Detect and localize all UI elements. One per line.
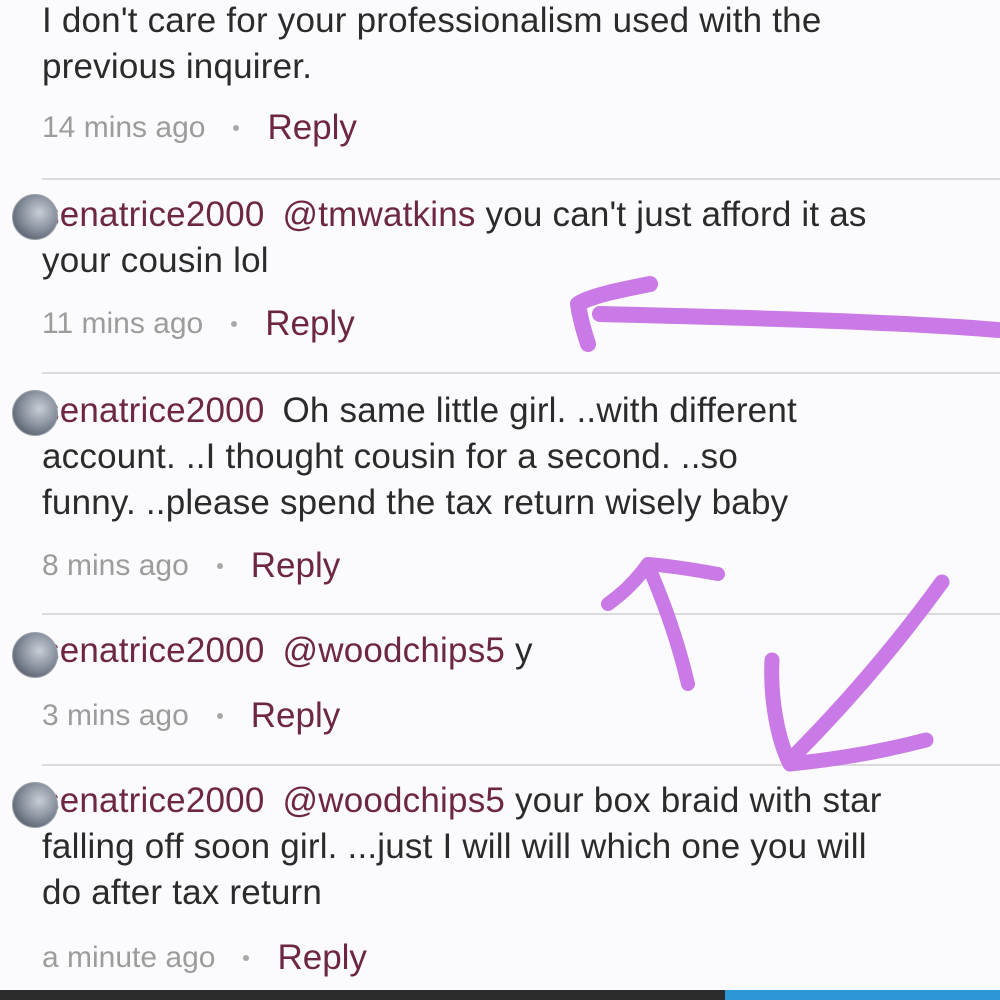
reply-button[interactable]: Reply — [251, 696, 340, 736]
comment-item: senatrice2000 @woodchips5 your box braid … — [12, 778, 1000, 977]
annotation-arrow-left-head — [570, 276, 658, 352]
avatar[interactable] — [12, 632, 58, 678]
comment-timestamp: 8 mins ago — [42, 549, 189, 582]
separator-dot — [243, 955, 250, 961]
separator-dot — [216, 563, 223, 569]
comment-username[interactable]: senatrice2000 — [42, 781, 264, 820]
comment-text-line: senatrice2000 @woodchips5 y — [42, 628, 1000, 674]
comment-meta: 11 mins ago Reply — [42, 304, 355, 344]
comment-text-line: senatrice2000 @woodchips5 your box braid … — [42, 778, 1000, 824]
separator-dot — [233, 125, 240, 131]
comment-mention[interactable]: @woodchips5 — [282, 631, 505, 670]
comment-text-line: account. ..I thought cousin for a second… — [42, 437, 739, 476]
avatar[interactable] — [12, 782, 58, 828]
divider — [42, 372, 1000, 374]
comment-text-line: previous inquirer. — [42, 47, 313, 86]
comment-text: your box braid with star — [505, 781, 882, 820]
comment-text-line: I don't care for your professionalism us… — [42, 1, 822, 40]
divider — [42, 613, 1000, 615]
annotation-arrow-up-head — [601, 557, 725, 611]
comment-item: senatrice2000 Oh same little girl. ..with… — [12, 388, 1000, 585]
comment-text: you can't just afford it as — [475, 195, 867, 234]
comment-meta: 14 mins ago Reply — [42, 108, 357, 148]
divider — [42, 178, 1000, 180]
divider — [42, 764, 1000, 766]
comment-mention[interactable]: @tmwatkins — [282, 195, 475, 234]
comment-meta: 3 mins ago Reply — [42, 696, 340, 736]
comment-meta: a minute ago Reply — [42, 938, 367, 978]
comment-text-line: do after tax return — [42, 873, 323, 912]
annotation-arrow-left-shaft — [592, 306, 1000, 338]
reply-button[interactable]: Reply — [251, 546, 340, 586]
comment-text: y — [505, 631, 533, 670]
separator-dot — [231, 321, 238, 327]
comment-text-line: senatrice2000 Oh same little girl. ..with… — [42, 388, 1000, 434]
comment-item: senatrice2000 @tmwatkins you can't just a… — [12, 192, 1000, 343]
comment-mention[interactable]: @woodchips5 — [282, 781, 505, 820]
comment-username[interactable]: senatrice2000 — [42, 631, 264, 670]
separator-dot — [216, 713, 223, 719]
comment-timestamp: a minute ago — [42, 941, 216, 974]
avatar[interactable] — [12, 194, 58, 240]
reply-button[interactable]: Reply — [277, 938, 366, 978]
annotation-arrow-downleft-head — [764, 652, 934, 772]
comment-text-line: funny. ..please spend the tax return wis… — [42, 483, 789, 522]
comment-text-line: falling off soon girl. ...just I will wi… — [42, 827, 867, 866]
bottom-bar-accent — [725, 990, 1000, 1000]
comment-meta: 8 mins ago Reply — [42, 546, 340, 586]
comment-username[interactable]: senatrice2000 — [42, 195, 264, 234]
comments-screen: I don't care for your professionalism us… — [0, 0, 1000, 1000]
avatar[interactable] — [12, 390, 58, 436]
comment-username[interactable]: senatrice2000 — [42, 391, 264, 430]
comment-timestamp: 11 mins ago — [42, 307, 204, 340]
comment-timestamp: 3 mins ago — [42, 699, 189, 732]
comment-text-line: senatrice2000 @tmwatkins you can't just a… — [42, 192, 1000, 238]
comment-text-line: your cousin lol — [42, 241, 269, 280]
reply-button[interactable]: Reply — [265, 304, 354, 344]
comment-item: I don't care for your professionalism us… — [42, 0, 1000, 147]
comment-item: senatrice2000 @woodchips5 y 3 mins ago Re… — [12, 628, 1000, 735]
comment-timestamp: 14 mins ago — [42, 111, 206, 144]
reply-button[interactable]: Reply — [267, 108, 356, 148]
comment-text: Oh same little girl. ..with different — [282, 391, 797, 430]
